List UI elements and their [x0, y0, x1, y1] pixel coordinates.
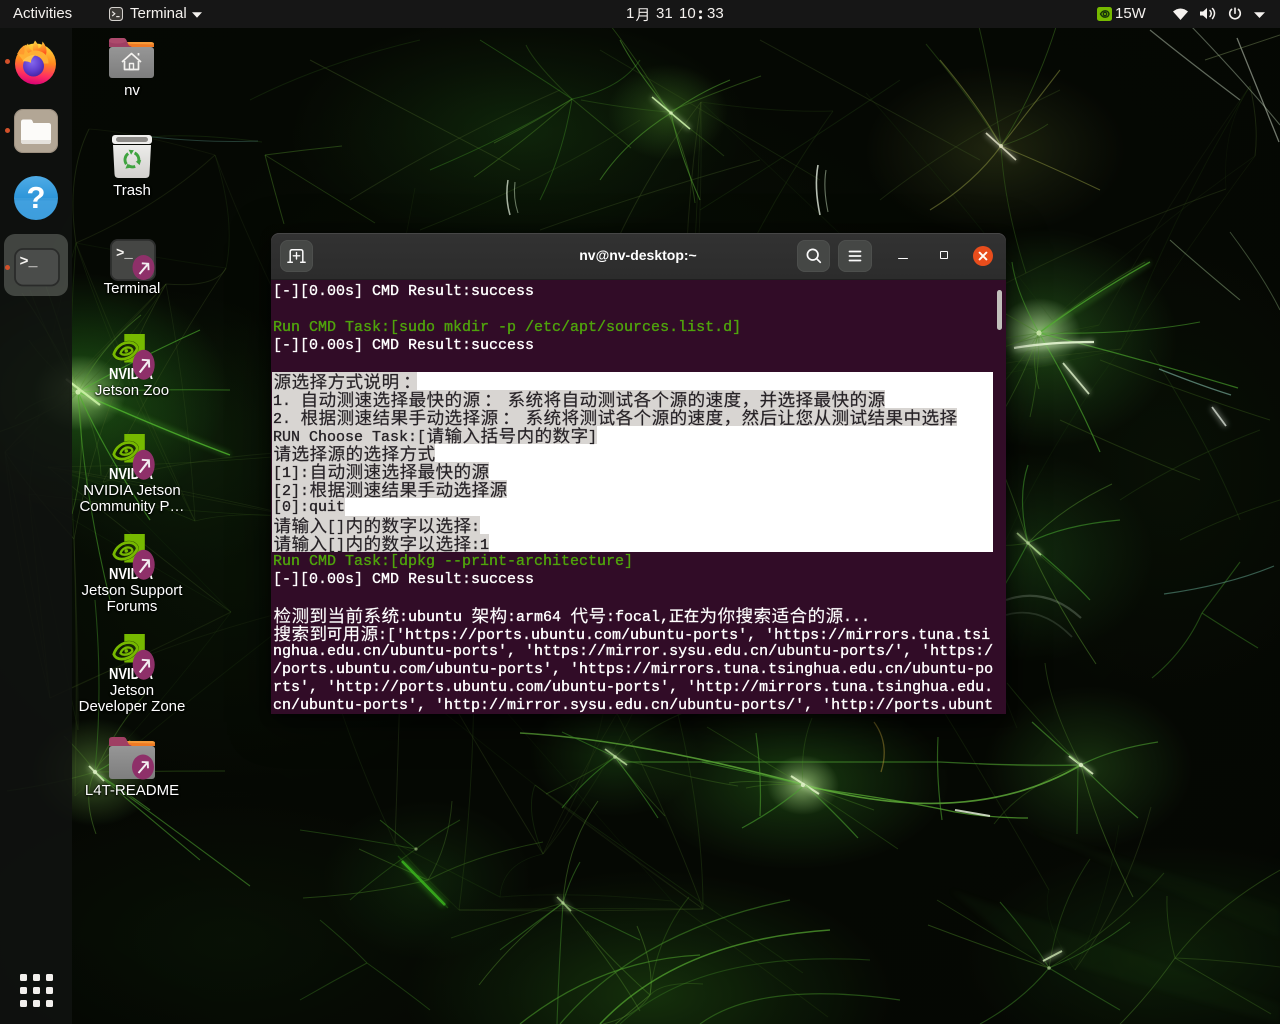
- svg-text:>_: >_: [116, 246, 133, 262]
- svg-text:>_: >_: [19, 253, 38, 270]
- svg-text:?: ?: [27, 180, 46, 215]
